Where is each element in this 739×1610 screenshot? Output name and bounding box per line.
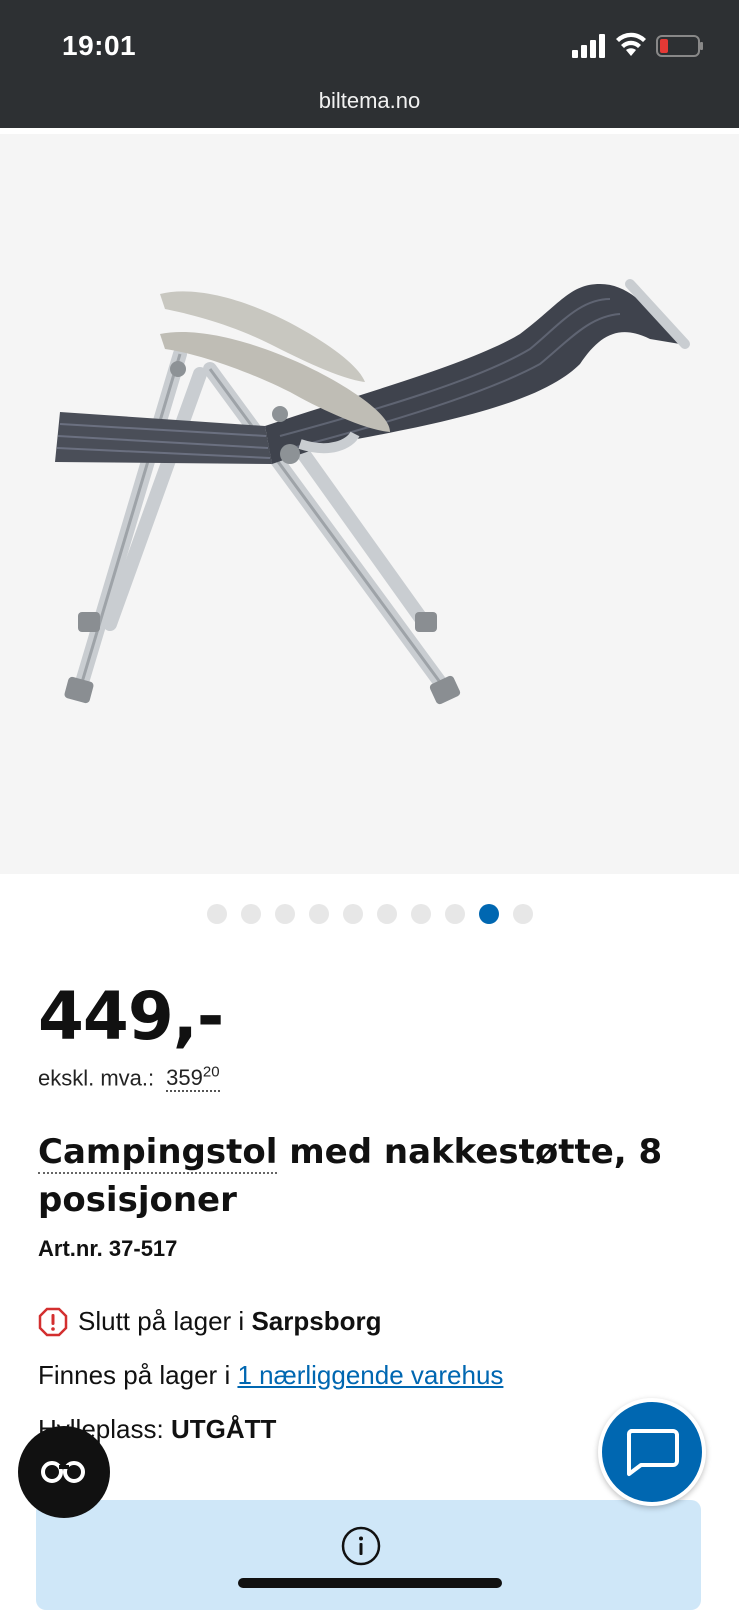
signal-icon	[572, 34, 605, 58]
stock-status: Slutt på lager i Sarpsborg	[38, 1306, 381, 1337]
carousel-dot[interactable]	[308, 904, 329, 924]
carousel-dot[interactable]	[274, 904, 295, 924]
article-number: Art.nr. 37-517	[38, 1236, 178, 1261]
warning-icon	[38, 1307, 68, 1336]
chat-icon	[626, 1429, 679, 1476]
ex-vat-amount[interactable]: 35920	[166, 1064, 220, 1093]
status-time: 19:01	[62, 30, 137, 61]
ex-vat-cents: 20	[202, 1064, 220, 1081]
carousel-dot[interactable]	[240, 904, 261, 924]
stock-out-text: Slutt på lager i	[78, 1306, 252, 1336]
price-ex-vat: ekskl. mva.: 35920	[38, 1064, 220, 1093]
info-icon	[341, 1526, 381, 1566]
product-title-link[interactable]: Campingstol	[38, 1132, 278, 1174]
carousel-dot[interactable]	[206, 904, 227, 924]
accessibility-button[interactable]	[18, 1426, 110, 1518]
product-price: 449,-	[38, 978, 224, 1055]
home-indicator	[238, 1578, 502, 1588]
carousel-dot[interactable]	[410, 904, 431, 924]
carousel-dot[interactable]	[478, 904, 499, 924]
chair-illustration	[55, 279, 690, 705]
nearby-stores-link[interactable]: 1 nærliggende varehus	[237, 1360, 503, 1390]
nearby-prefix: Finnes på lager i	[38, 1360, 238, 1390]
carousel-dot[interactable]	[342, 904, 363, 924]
chat-button[interactable]	[598, 1398, 706, 1506]
shelf-value: UTGÅTT	[170, 1414, 277, 1444]
stock-store: Sarpsborg	[251, 1306, 382, 1336]
nearby-stock: Finnes på lager i 1 nærliggende varehus	[38, 1360, 503, 1391]
carousel-dot[interactable]	[376, 904, 397, 924]
battery-icon	[656, 35, 703, 57]
glasses-icon	[40, 1461, 86, 1483]
ex-vat-whole: 359	[166, 1065, 203, 1091]
carousel-dot[interactable]	[512, 904, 533, 924]
product-title: Campingstol med nakkestøtte, 8 posisjone…	[38, 1128, 698, 1224]
status-bar: 19:01 biltema.no	[0, 0, 739, 128]
url-bar[interactable]: biltema.no	[0, 88, 739, 114]
carousel-dots	[0, 904, 739, 926]
product-image[interactable]	[0, 134, 739, 874]
carousel-dot[interactable]	[444, 904, 465, 924]
wifi-icon	[616, 32, 646, 56]
ex-vat-label: ekskl. mva.:	[38, 1065, 155, 1091]
